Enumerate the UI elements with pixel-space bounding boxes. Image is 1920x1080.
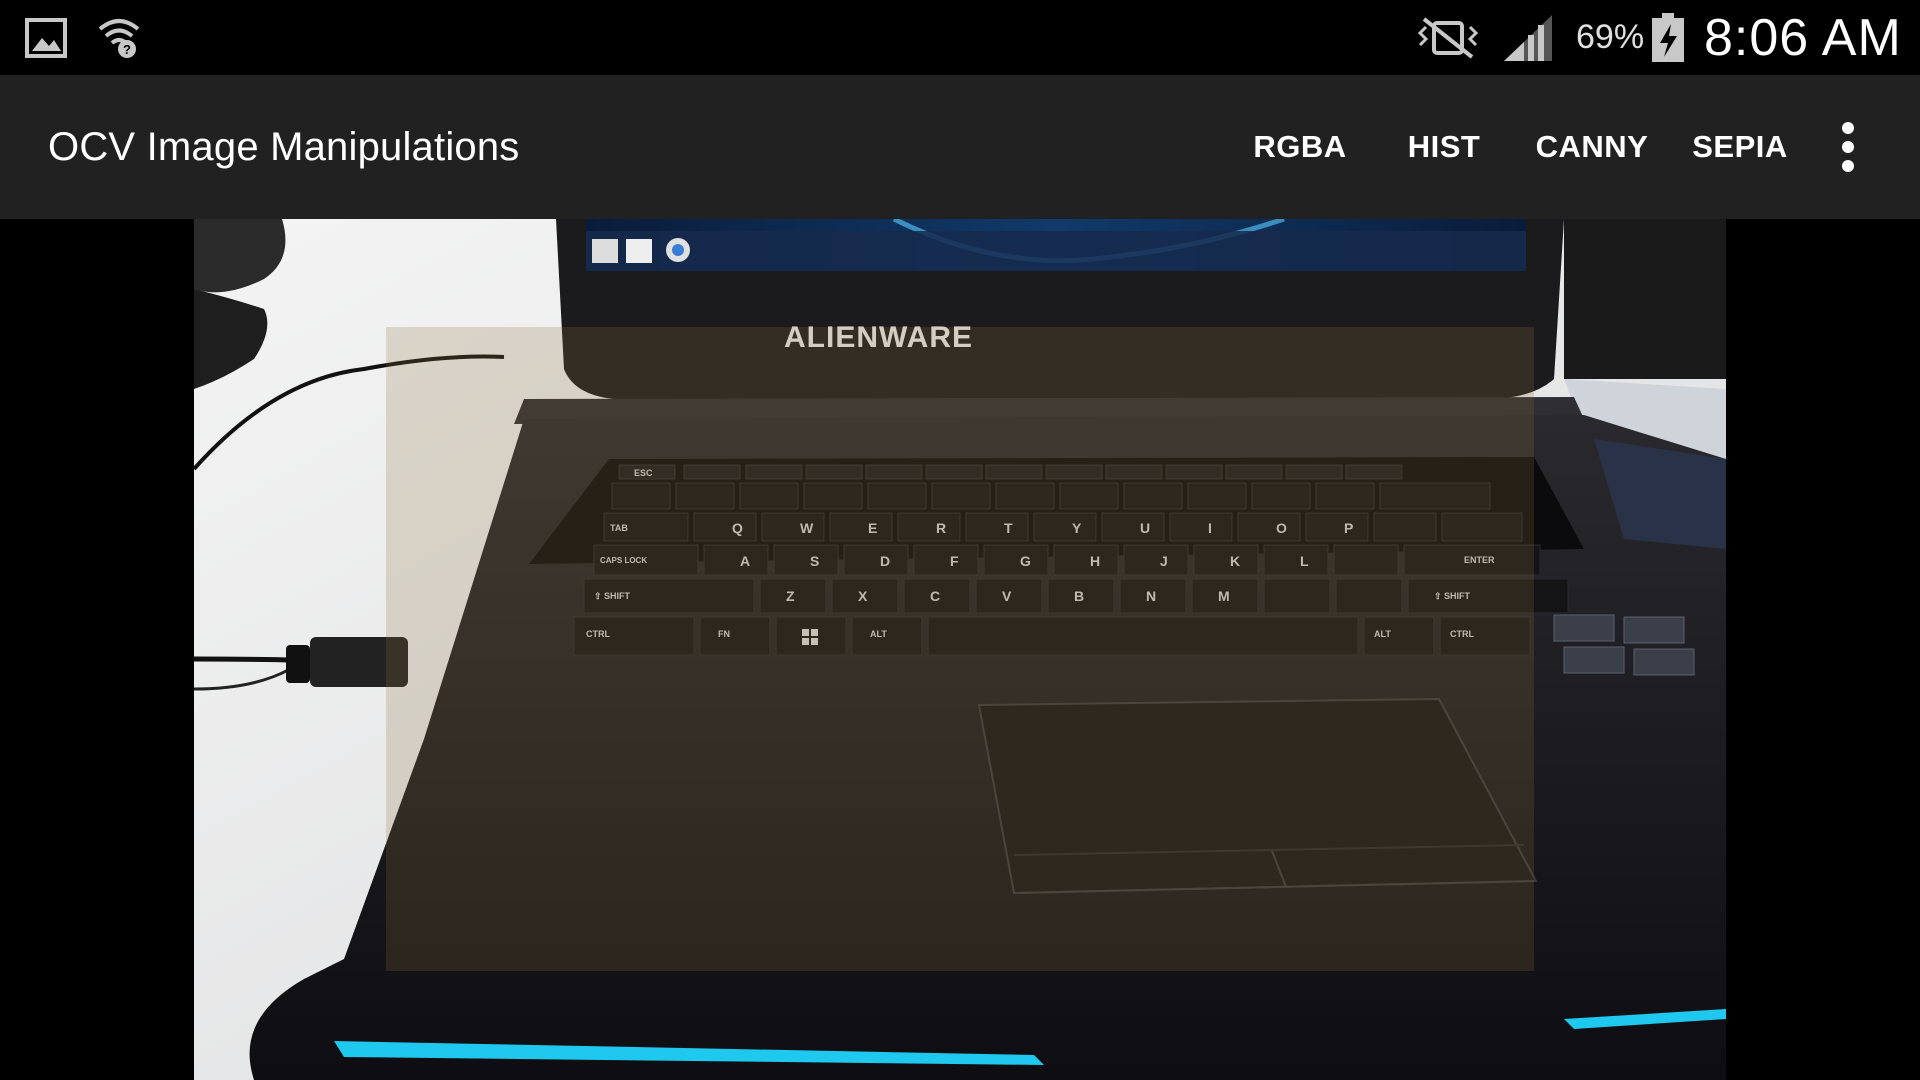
battery-percent: 69% xyxy=(1576,18,1645,56)
action-canny-button[interactable]: CANNY xyxy=(1530,75,1654,219)
sepia-filter-region xyxy=(386,327,1534,971)
status-bar: ? 69% 8:06 AM xyxy=(0,0,1920,75)
action-sepia-button[interactable]: SEPIA xyxy=(1688,75,1792,219)
more-vert-icon[interactable] xyxy=(1818,75,1878,219)
app-title: OCV Image Manipulations xyxy=(48,124,520,169)
wifi-unknown-icon: ? xyxy=(96,0,142,75)
battery-charging-icon xyxy=(1650,0,1686,75)
action-hist-button[interactable]: HIST xyxy=(1392,75,1496,219)
gallery-notification-icon xyxy=(24,0,68,75)
action-rgba-button[interactable]: RGBA xyxy=(1248,75,1352,219)
app-bar: OCV Image Manipulations RGBA HIST CANNY … xyxy=(0,75,1920,219)
cell-signal-icon xyxy=(1502,0,1554,75)
camera-frame: ALIENWARE ESC Q W E R T Y U I O P TAB CA… xyxy=(194,219,1726,1080)
vibrate-mute-icon xyxy=(1412,0,1484,75)
svg-text:?: ? xyxy=(123,42,131,57)
camera-preview[interactable]: ALIENWARE ESC Q W E R T Y U I O P TAB CA… xyxy=(194,219,1726,1080)
clock: 8:06 AM xyxy=(1704,8,1902,67)
